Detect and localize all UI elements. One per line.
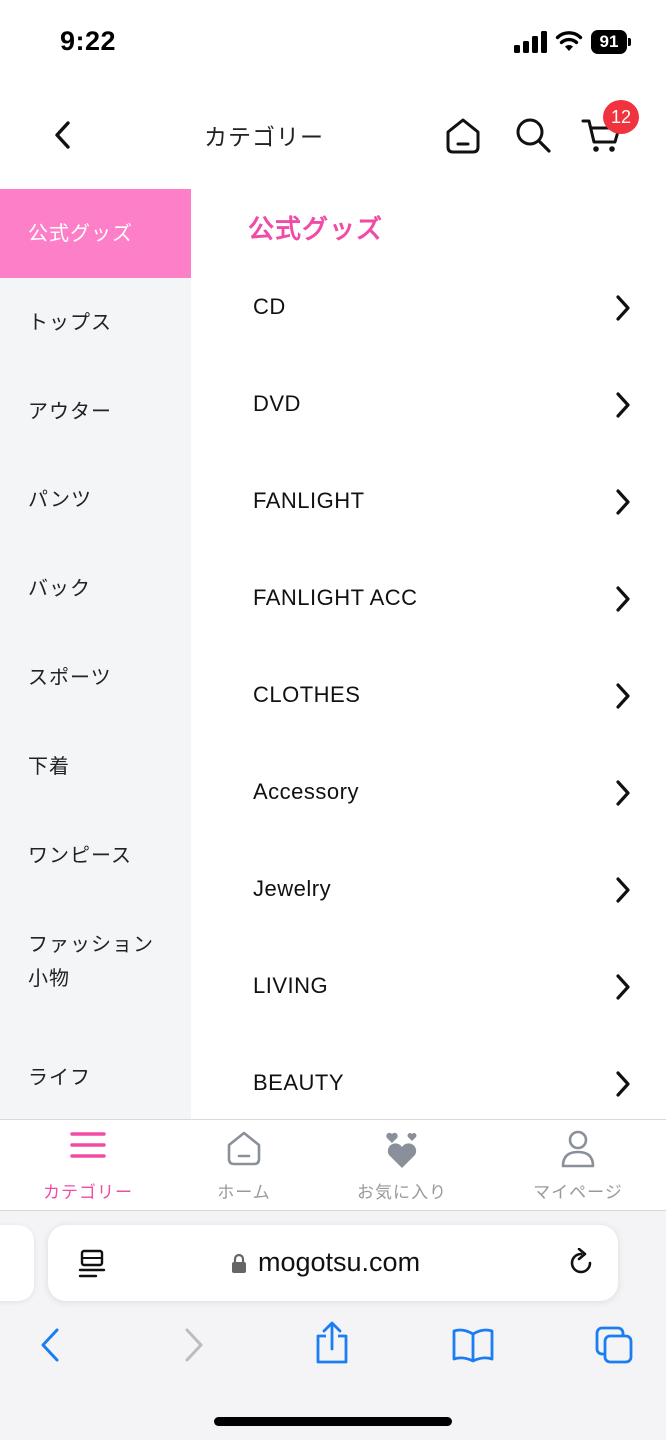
hearts-icon bbox=[386, 1132, 417, 1168]
cart-count-badge: 12 bbox=[603, 100, 639, 134]
browser-forward-icon[interactable] bbox=[182, 1327, 206, 1363]
tab-home[interactable]: ホーム bbox=[164, 1120, 324, 1212]
subcategory-label: CLOTHES bbox=[253, 682, 361, 707]
sidebar-item-outer[interactable]: アウター bbox=[0, 367, 191, 456]
sidebar-item-label-line2: 小物 bbox=[28, 966, 70, 990]
subcategory-row-clothes[interactable]: CLOTHES bbox=[191, 680, 666, 777]
menu-icon bbox=[70, 1132, 106, 1158]
chevron-right-icon bbox=[616, 489, 630, 515]
browser-toolbar: mogotsu.com bbox=[0, 1211, 666, 1440]
wifi-icon bbox=[555, 31, 583, 51]
sidebar-item-label-line1: ファッション bbox=[28, 932, 154, 956]
subcategory-row-accessory[interactable]: Accessory bbox=[191, 777, 666, 874]
search-icon[interactable] bbox=[513, 115, 553, 155]
sidebar-item-life[interactable]: ライフ bbox=[0, 1033, 191, 1119]
subcategory-row-living[interactable]: LIVING bbox=[191, 971, 666, 1068]
subcategory-label: FANLIGHT ACC bbox=[253, 585, 418, 610]
sidebar-item-label: スポーツ bbox=[28, 665, 112, 689]
reload-icon[interactable] bbox=[566, 1248, 596, 1278]
share-icon[interactable] bbox=[314, 1321, 350, 1365]
tab-label: マイページ bbox=[533, 1183, 623, 1203]
subcategory-row-cd[interactable]: CD bbox=[191, 292, 666, 389]
subcategory-label: CD bbox=[253, 294, 286, 319]
cellular-signal-icon bbox=[514, 31, 547, 53]
address-bar[interactable]: mogotsu.com bbox=[48, 1225, 618, 1301]
subcategory-label: BEAUTY bbox=[253, 1070, 345, 1095]
sidebar-item-onepiece[interactable]: ワンピース bbox=[0, 811, 191, 900]
chevron-right-icon bbox=[616, 392, 630, 418]
sidebar-item-label: ライフ bbox=[28, 1065, 91, 1089]
status-bar: 9:22 91 bbox=[0, 0, 666, 84]
chevron-right-icon bbox=[616, 780, 630, 806]
tab-label: カテゴリー bbox=[43, 1183, 133, 1203]
sidebar-item-label: トップス bbox=[28, 310, 112, 334]
chevron-right-icon bbox=[616, 586, 630, 612]
previous-tab-card[interactable] bbox=[0, 1225, 34, 1301]
chevron-right-icon bbox=[616, 1071, 630, 1097]
category-sidebar: 公式グッズ トップス アウター パンツ バック スポーツ 下着 ワンピース ファ… bbox=[0, 189, 191, 1119]
subcategory-row-fanlight[interactable]: FANLIGHT bbox=[191, 486, 666, 583]
subcategory-label: Jewelry bbox=[253, 876, 332, 901]
status-time: 9:22 bbox=[60, 26, 117, 56]
subcategory-row-fanlight-acc[interactable]: FANLIGHT ACC bbox=[191, 583, 666, 680]
sidebar-item-label: バック bbox=[28, 576, 91, 600]
page-menu-icon[interactable] bbox=[78, 1249, 106, 1279]
battery-indicator: 91 bbox=[591, 30, 631, 54]
sidebar-item-official-goods[interactable]: 公式グッズ bbox=[0, 189, 191, 278]
page-title: カテゴリー bbox=[204, 125, 324, 151]
subcategory-label: DVD bbox=[253, 391, 301, 416]
home-icon bbox=[227, 1131, 261, 1166]
sidebar-item-tops[interactable]: トップス bbox=[0, 278, 191, 367]
sidebar-item-label: ワンピース bbox=[28, 843, 132, 867]
home-icon[interactable] bbox=[443, 115, 483, 155]
subcategory-label: Accessory bbox=[253, 779, 359, 804]
person-icon bbox=[561, 1130, 595, 1168]
sidebar-item-pants[interactable]: パンツ bbox=[0, 455, 191, 544]
bookmarks-icon[interactable] bbox=[451, 1327, 495, 1363]
sidebar-item-label: 下着 bbox=[28, 754, 70, 778]
tab-label: お気に入り bbox=[357, 1183, 447, 1203]
sidebar-item-bag[interactable]: バック bbox=[0, 544, 191, 633]
tab-mypage[interactable]: マイページ bbox=[498, 1120, 658, 1212]
sidebar-item-fashion-accessories[interactable]: ファッション 小物 bbox=[0, 900, 191, 1011]
subcategory-row-jewelry[interactable]: Jewelry bbox=[191, 874, 666, 971]
lock-icon bbox=[232, 1253, 246, 1273]
subcategory-row-dvd[interactable]: DVD bbox=[191, 389, 666, 486]
subcategory-row-beauty[interactable]: BEAUTY bbox=[191, 1068, 666, 1119]
sidebar-item-label: パンツ bbox=[28, 487, 92, 511]
subcategory-label: LIVING bbox=[253, 973, 329, 998]
sidebar-item-label: 公式グッズ bbox=[28, 221, 133, 245]
section-title: 公式グッズ bbox=[248, 215, 384, 245]
chevron-right-icon bbox=[616, 683, 630, 709]
chevron-right-icon bbox=[616, 974, 630, 1000]
sidebar-item-underwear[interactable]: 下着 bbox=[0, 722, 191, 811]
back-arrow-icon[interactable] bbox=[48, 118, 78, 152]
chevron-right-icon bbox=[616, 295, 630, 321]
browser-back-icon[interactable] bbox=[38, 1327, 62, 1363]
subcategory-label: FANLIGHT bbox=[253, 488, 365, 513]
home-indicator bbox=[214, 1417, 452, 1426]
battery-level: 91 bbox=[591, 30, 627, 54]
chevron-right-icon bbox=[616, 877, 630, 903]
tabs-icon[interactable] bbox=[594, 1325, 634, 1365]
url-text: mogotsu.com bbox=[258, 1247, 421, 1277]
subcategory-panel: 公式グッズ CD DVD FANLIGHT FANLIGHT ACC CLOTH… bbox=[191, 189, 666, 1119]
tab-favorites[interactable]: お気に入り bbox=[322, 1120, 482, 1212]
tab-label: ホーム bbox=[217, 1183, 271, 1203]
tab-category[interactable]: カテゴリー bbox=[8, 1120, 168, 1212]
sidebar-item-label: アウター bbox=[28, 399, 112, 423]
app-header: カテゴリー bbox=[0, 84, 666, 188]
sidebar-item-sports[interactable]: スポーツ bbox=[0, 633, 191, 722]
bottom-tab-bar: カテゴリー ホーム お気に入り マイページ bbox=[0, 1119, 666, 1211]
